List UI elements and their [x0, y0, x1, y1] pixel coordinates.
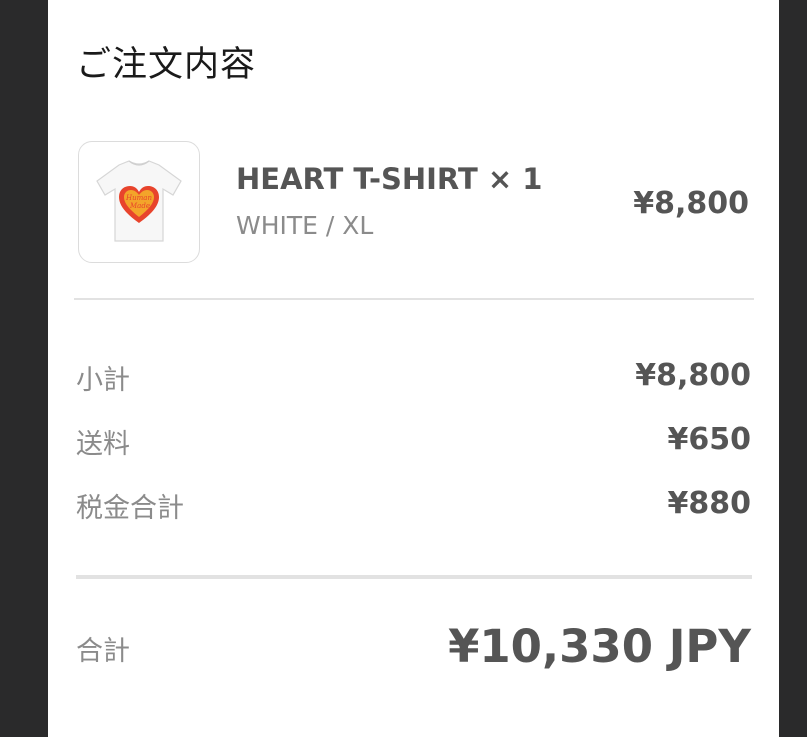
product-price: ¥8,800 [633, 186, 749, 221]
heart-tshirt-icon: Human Made [96, 160, 182, 242]
order-summary-panel: ご注文内容 Human Made HEART T-SHIRT × 1 WHITE… [48, 0, 779, 737]
svg-text:Human: Human [125, 194, 152, 202]
divider [74, 298, 754, 300]
subtotal-value: ¥8,800 [635, 358, 751, 393]
tax-label: 税金合計 [76, 493, 184, 524]
product-name: HEART T-SHIRT × 1 [236, 162, 543, 196]
total-value: ¥10,330 JPY [448, 620, 751, 673]
subtotal-label: 小計 [76, 365, 130, 396]
summary-row-shipping: 送料 ¥650 [76, 422, 751, 462]
summary-row-subtotal: 小計 ¥8,800 [76, 358, 751, 398]
tax-value: ¥880 [667, 486, 752, 521]
total-label: 合計 [76, 636, 130, 667]
product-variant: WHITE / XL [236, 211, 374, 240]
shipping-value: ¥650 [667, 422, 752, 457]
product-thumbnail: Human Made [78, 141, 200, 263]
summary-row-tax: 税金合計 ¥880 [76, 486, 751, 526]
total-divider [76, 575, 752, 579]
shipping-label: 送料 [76, 429, 130, 460]
order-summary-title: ご注文内容 [76, 45, 257, 85]
svg-text:Made: Made [129, 202, 150, 210]
